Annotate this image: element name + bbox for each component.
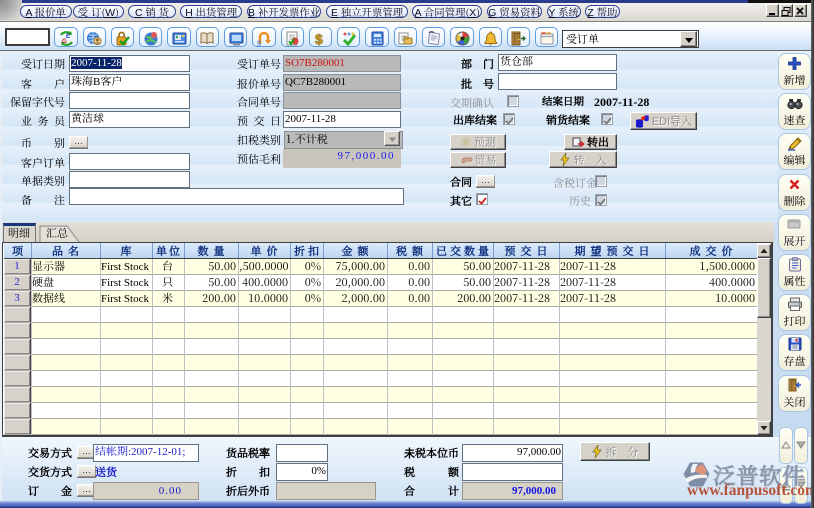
svg-text:G: G <box>62 36 67 45</box>
svg-text:$: $ <box>315 30 323 47</box>
svg-text:5: 5 <box>257 39 261 47</box>
